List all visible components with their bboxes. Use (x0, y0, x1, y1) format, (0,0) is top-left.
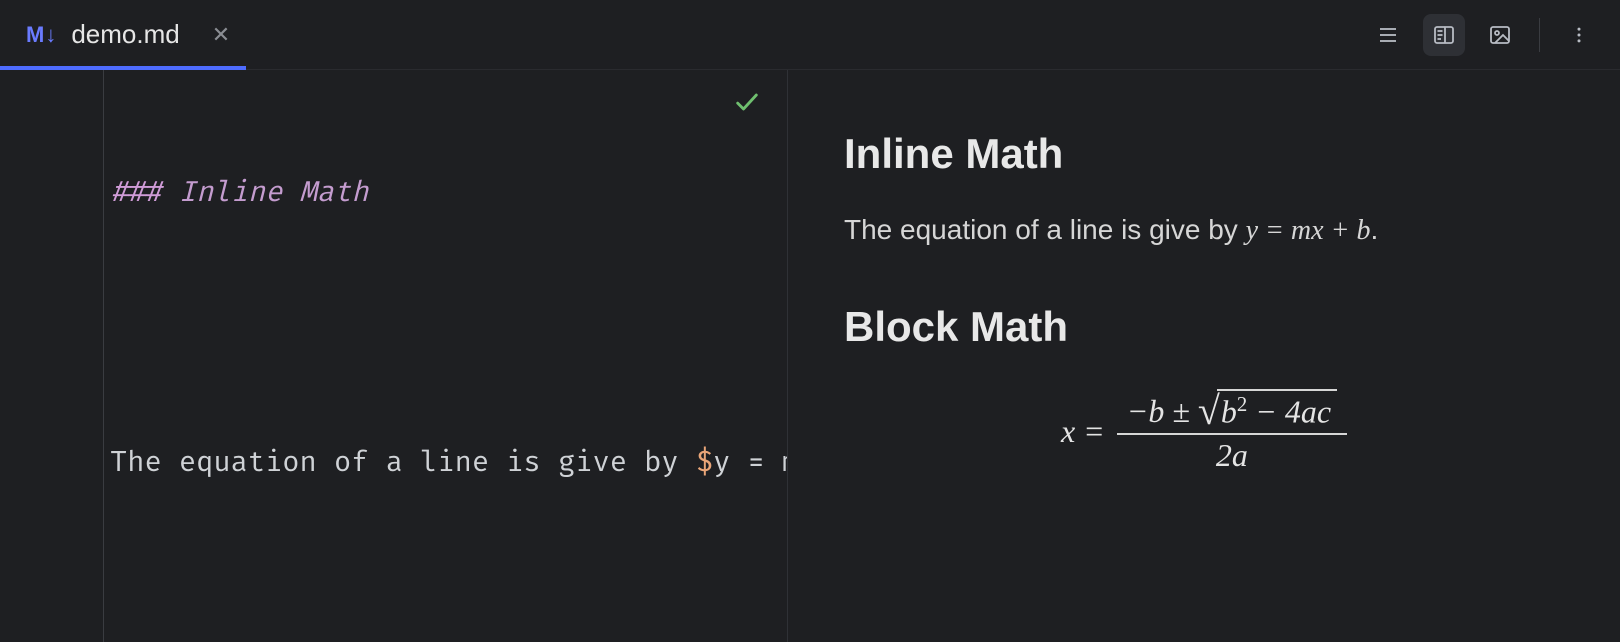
line-gutter (0, 70, 104, 642)
toggle-word-wrap-button[interactable] (1367, 14, 1409, 56)
source-editor-pane[interactable]: ### Inline Math The equation of a line i… (0, 70, 788, 642)
tab-filename: demo.md (71, 19, 179, 50)
math-lhs: x = (1061, 413, 1105, 450)
image-icon (1488, 23, 1512, 47)
inline-math-delim: $ (696, 445, 713, 480)
preview-text: The equation of a line is give by (844, 214, 1246, 245)
lines-icon (1376, 23, 1400, 47)
split-preview-icon (1432, 23, 1456, 47)
tab-bar: M↓ demo.md ✕ (0, 0, 1620, 70)
inline-math-rendered: y = mx + b (1246, 215, 1371, 246)
math-text: b (1221, 394, 1237, 430)
math-sqrt: √b2 − 4ac (1198, 389, 1337, 431)
code-line[interactable]: ### Inline Math (110, 170, 787, 215)
inline-math-src: y = mx (713, 445, 788, 480)
heading-text: Inline Math (162, 175, 369, 210)
code-line[interactable] (110, 575, 787, 620)
insert-image-button[interactable] (1479, 14, 1521, 56)
more-actions-button[interactable] (1558, 14, 1600, 56)
math-sup: 2 (1237, 393, 1247, 416)
preview-heading: Inline Math (844, 130, 1564, 178)
editor-tab[interactable]: M↓ demo.md ✕ (0, 0, 256, 69)
math-fraction: −b ± √b2 − 4ac 2a (1117, 387, 1347, 476)
kebab-icon (1569, 25, 1589, 45)
editor-actions (1367, 14, 1600, 56)
code-line[interactable]: The equation of a line is give by $y = m… (110, 440, 787, 485)
math-denominator: 2a (1206, 435, 1258, 476)
plain-text: The equation of a line is give by (110, 445, 696, 480)
code-line[interactable] (110, 305, 787, 350)
code-area[interactable]: ### Inline Math The equation of a line i… (110, 70, 787, 642)
preview-text: . (1370, 214, 1378, 245)
math-numerator: −b ± √b2 − 4ac (1117, 387, 1347, 433)
math-text: − 4ac (1247, 394, 1331, 430)
block-math-rendered: x = −b ± √b2 − 4ac 2a (844, 387, 1564, 476)
open-preview-side-button[interactable] (1423, 14, 1465, 56)
markdown-file-icon: M↓ (26, 22, 57, 48)
math-text: −b ± (1127, 393, 1198, 429)
preview-paragraph: The equation of a line is give by y = mx… (844, 214, 1564, 247)
editor-split: ### Inline Math The equation of a line i… (0, 70, 1620, 642)
surd-icon: √ (1198, 391, 1220, 433)
separator (1539, 18, 1540, 52)
heading-marker: ### (110, 175, 162, 210)
markdown-preview-pane: Inline Math The equation of a line is gi… (788, 70, 1620, 642)
close-tab-icon[interactable]: ✕ (212, 22, 230, 48)
preview-heading: Block Math (844, 303, 1564, 351)
